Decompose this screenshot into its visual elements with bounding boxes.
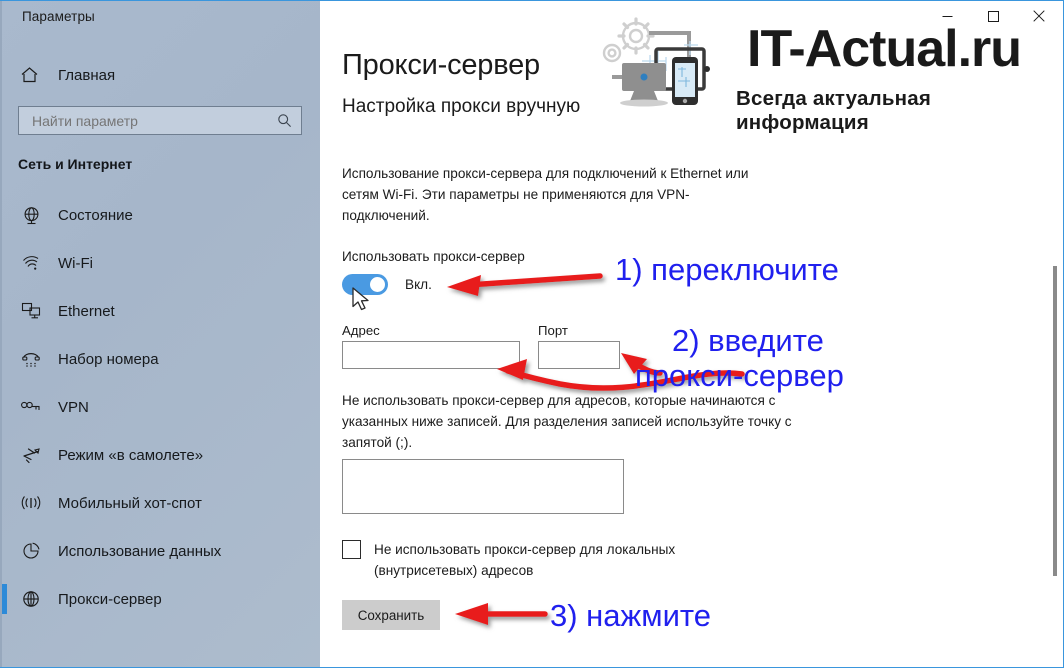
ethernet-icon [18, 302, 44, 320]
address-input[interactable] [342, 341, 520, 369]
sidebar-item-dialup-label: Набор номера [58, 350, 159, 368]
vpn-key-icon [18, 399, 44, 415]
save-button[interactable]: Сохранить [342, 600, 440, 630]
subsection-title: Настройка прокси вручную [342, 96, 581, 117]
port-input[interactable] [538, 341, 620, 369]
selection-accent-bar [2, 584, 7, 614]
globe-proxy-icon [18, 589, 44, 609]
sidebar-item-airplane-mode-label: Режим «в самолете» [58, 446, 204, 464]
selection-accent-bar [2, 296, 7, 326]
proxy-toggle-label: Использовать прокси-сервер [342, 249, 525, 264]
port-field-label: Порт [538, 323, 568, 338]
sidebar-item-dialup[interactable]: Набор номера [0, 335, 320, 383]
sidebar-item-data-usage[interactable]: Использование данных [0, 527, 320, 575]
sidebar-item-vpn-label: VPN [58, 398, 89, 416]
sidebar-item-airplane-mode[interactable]: Режим «в самолете» [0, 431, 320, 479]
toggle-knob [370, 277, 385, 292]
selection-accent-bar [2, 392, 7, 422]
local-addresses-checkbox[interactable] [342, 540, 361, 559]
data-usage-pie-icon [18, 541, 44, 561]
local-addresses-checkbox-row[interactable]: Не использовать прокси-сервер для локаль… [342, 539, 719, 581]
wifi-icon [18, 254, 44, 272]
it-actual-watermark: IT-Actual.ru Всегда актуальная информаци… [594, 11, 1056, 134]
sidebar: Параметры Главная Сеть и Интернет [0, 1, 320, 667]
sidebar-item-wifi[interactable]: Wi-Fi [0, 239, 320, 287]
selection-accent-bar [2, 248, 7, 278]
local-addresses-checkbox-label: Не использовать прокси-сервер для локаль… [374, 542, 676, 578]
sidebar-item-ethernet[interactable]: Ethernet [0, 287, 320, 335]
sidebar-nav-list: Состояние Wi-Fi Ethernet Набор номера VP… [0, 191, 320, 623]
sidebar-item-mobile-hotspot-label: Мобильный хот-спот [58, 494, 202, 512]
sidebar-item-ethernet-label: Ethernet [58, 302, 115, 320]
search-input[interactable] [30, 111, 277, 130]
selection-accent-bar [2, 344, 7, 374]
address-field-label: Адрес [342, 323, 380, 338]
proxy-toggle-row[interactable]: Вкл. [342, 274, 432, 295]
sidebar-item-home[interactable]: Главная [0, 58, 320, 92]
sidebar-item-status[interactable]: Состояние [0, 191, 320, 239]
search-box[interactable] [18, 106, 302, 135]
selection-accent-bar [2, 488, 7, 518]
sidebar-item-home-label: Главная [58, 66, 116, 84]
search-icon[interactable] [277, 113, 292, 128]
page-title: Прокси-сервер [342, 49, 540, 81]
watermark-tagline: Всегда актуальная информация [736, 87, 931, 134]
dialup-phone-icon [18, 350, 44, 368]
window-title: Параметры [22, 9, 95, 24]
proxy-toggle-state-label: Вкл. [405, 277, 432, 292]
settings-window: Параметры Главная Сеть и Интернет [0, 0, 1064, 668]
globe-status-icon [18, 206, 44, 225]
exclusion-textarea[interactable] [342, 459, 624, 514]
airplane-icon [18, 446, 44, 464]
sidebar-item-status-label: Состояние [58, 206, 133, 224]
hotspot-icon [18, 494, 44, 512]
scrollbar-thumb[interactable] [1053, 266, 1057, 576]
selection-accent-bar [2, 440, 7, 470]
sidebar-item-data-usage-label: Использование данных [58, 542, 222, 560]
sidebar-item-mobile-hotspot[interactable]: Мобильный хот-спот [0, 479, 320, 527]
selection-accent-bar [2, 536, 7, 566]
sidebar-section-header: Сеть и Интернет [18, 156, 133, 172]
proxy-description: Использование прокси-сервера для подключ… [342, 166, 749, 223]
sidebar-item-proxy-label: Прокси-сервер [58, 590, 162, 608]
exclusion-description: Не использовать прокси-сервер для адресо… [342, 393, 792, 450]
watermark-title: IT-Actual.ru [747, 20, 1022, 78]
sidebar-item-vpn[interactable]: VPN [0, 383, 320, 431]
sidebar-item-wifi-label: Wi-Fi [58, 254, 93, 272]
selection-accent-bar [2, 200, 7, 230]
proxy-toggle-switch[interactable] [342, 274, 388, 295]
devices-gears-logo-icon [602, 17, 710, 107]
home-icon [18, 66, 40, 84]
sidebar-item-proxy[interactable]: Прокси-сервер [0, 575, 320, 623]
